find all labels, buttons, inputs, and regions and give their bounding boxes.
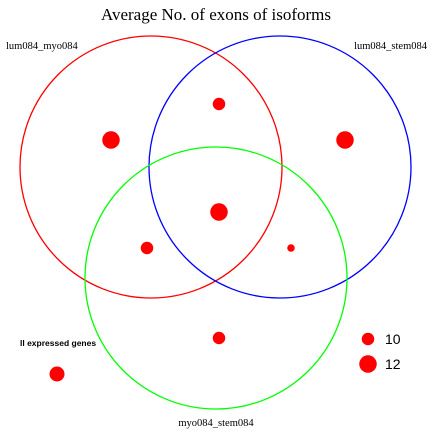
outside-region-label: ll expressed genes [20, 338, 96, 348]
region-dot-lum084-stem084-myo084-stem084 [287, 244, 295, 252]
region-dot-lum084-myo084-myo084-stem084 [140, 241, 154, 255]
region-dot-outside [49, 366, 65, 382]
size-legend-label-12: 12 [385, 356, 401, 372]
size-legend-dot-10 [361, 332, 375, 346]
set-label-lum084-stem084: lum084_stem084 [354, 41, 428, 52]
region-dot-lum084-stem084 [336, 131, 354, 149]
size-legend-dot-12 [359, 355, 377, 373]
set-circle-lum084-stem084 [148, 35, 412, 299]
region-dot-lum084-myo084-lum084-stem084 [212, 97, 226, 111]
set-label-lum084-myo084: lum084_myo084 [6, 41, 79, 52]
set-label-myo084-stem084: myo084_stem084 [178, 418, 254, 429]
size-legend: 10 12 [359, 331, 401, 373]
size-legend-label-10: 10 [385, 331, 401, 347]
region-dot-lum084-myo084-lum084-stem084-myo084-stem084 [210, 203, 228, 221]
region-dot-myo084-stem084 [212, 331, 226, 345]
chart-title: Average No. of exons of isoforms [101, 5, 331, 24]
region-dot-lum084-myo084 [102, 131, 120, 149]
set-circle-lum084-myo084 [19, 35, 283, 299]
set-circle-myo084-stem084 [84, 146, 348, 410]
venn-chart: Average No. of exons of isoforms lum084_… [6, 5, 428, 429]
